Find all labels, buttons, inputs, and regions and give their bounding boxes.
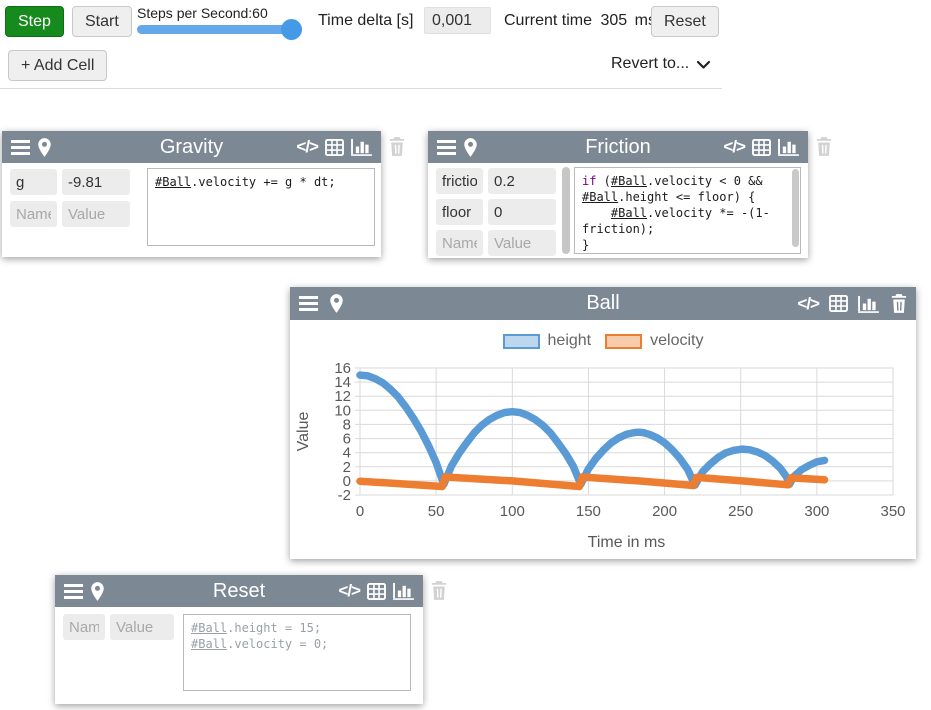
code-scrollbar[interactable] <box>792 169 799 247</box>
code-view-icon[interactable]: </> <box>338 581 360 601</box>
trash-icon[interactable] <box>389 137 405 156</box>
table-view-icon[interactable] <box>367 583 386 600</box>
svg-text:0: 0 <box>356 503 364 520</box>
table-view-icon[interactable] <box>829 295 848 312</box>
cell-ball-body: height velocity 1614121086420-2050100150… <box>290 320 916 559</box>
svg-text:Time in ms: Time in ms <box>588 534 666 551</box>
toolbar-divider <box>0 88 722 89</box>
current-time-value: 305 <box>600 12 627 29</box>
param-value-input[interactable] <box>110 614 174 640</box>
trash-icon[interactable] <box>816 137 832 156</box>
pin-icon[interactable] <box>463 138 478 157</box>
param-value-input[interactable] <box>488 168 556 194</box>
trash-icon[interactable] <box>891 294 907 313</box>
param-name-input[interactable] <box>436 168 483 194</box>
svg-text:50: 50 <box>428 503 445 520</box>
cell-reset-body: #Ball.height = 15;#Ball.velocity = 0; <box>55 607 423 704</box>
chart-view-icon[interactable] <box>351 138 372 156</box>
code-view-icon[interactable]: </> <box>296 137 318 157</box>
legend-item-height[interactable]: height <box>503 332 592 350</box>
legend-swatch-height <box>503 334 540 349</box>
cell-friction: Friction </> if (#Ball.velocity < 0 &&#B… <box>428 131 808 258</box>
param-name-input[interactable] <box>436 199 483 225</box>
legend-label: velocity <box>650 332 703 350</box>
chart-view-icon[interactable] <box>778 138 799 156</box>
cell-title: Friction <box>428 136 808 159</box>
slider-thumb[interactable] <box>281 19 302 40</box>
time-delta-input[interactable] <box>424 7 491 34</box>
param-value-input[interactable] <box>488 199 556 225</box>
legend-swatch-velocity <box>605 334 642 349</box>
param-name-input[interactable] <box>10 201 57 227</box>
param-name-input[interactable] <box>436 230 483 256</box>
cell-ball: Ball </> height velocity 1614121086420-2… <box>290 287 916 559</box>
pin-icon[interactable] <box>90 582 105 601</box>
code-view-icon[interactable]: </> <box>797 294 819 314</box>
pin-icon[interactable] <box>37 138 52 157</box>
step-button[interactable]: Step <box>5 6 64 37</box>
cell-ball-header: Ball </> <box>290 287 916 320</box>
cell-title: Ball <box>290 292 916 315</box>
chevron-down-icon <box>696 59 711 70</box>
menu-icon[interactable] <box>64 584 83 599</box>
cell-friction-body: if (#Ball.velocity < 0 &&#Ball.height <=… <box>428 163 808 258</box>
cell-gravity-header: Gravity </> <box>2 131 381 163</box>
steps-per-second-slider[interactable] <box>137 25 300 34</box>
table-view-icon[interactable] <box>325 139 344 156</box>
code-view-icon[interactable]: </> <box>723 137 745 157</box>
cell-gravity-body: #Ball.velocity += g * dt; <box>2 163 381 257</box>
menu-icon[interactable] <box>11 140 30 155</box>
svg-text:100: 100 <box>500 503 525 520</box>
chart-view-icon[interactable] <box>393 582 414 600</box>
cell-reset-header: Reset </> <box>55 575 423 607</box>
svg-text:300: 300 <box>804 503 829 520</box>
svg-text:-2: -2 <box>338 487 351 504</box>
code-editor[interactable]: if (#Ball.velocity < 0 &&#Ball.height <=… <box>574 167 801 254</box>
cell-friction-header: Friction </> <box>428 131 808 163</box>
param-value-input[interactable] <box>488 230 556 256</box>
add-cell-button[interactable]: + Add Cell <box>8 50 107 81</box>
current-time: Current time 305 ms <box>504 12 656 30</box>
menu-icon[interactable] <box>299 296 318 311</box>
start-button[interactable]: Start <box>72 6 132 37</box>
revert-to-label: Revert to... <box>611 55 689 73</box>
steps-per-second-label: Steps per Second:60 <box>137 5 268 21</box>
svg-text:250: 250 <box>728 503 753 520</box>
svg-text:350: 350 <box>880 503 905 520</box>
svg-text:150: 150 <box>576 503 601 520</box>
code-editor[interactable]: #Ball.velocity += g * dt; <box>147 168 375 246</box>
svg-text:200: 200 <box>652 503 677 520</box>
revert-to-dropdown[interactable]: Revert to... <box>611 55 711 73</box>
menu-icon[interactable] <box>437 140 456 155</box>
legend-label: height <box>548 332 592 350</box>
cell-reset: Reset </> #Ball.height = 15;#Ball.veloci… <box>55 575 423 704</box>
param-name-input[interactable] <box>63 614 105 640</box>
chart-view-icon[interactable] <box>858 295 879 313</box>
legend-item-velocity[interactable]: velocity <box>605 332 703 350</box>
param-name-input[interactable] <box>10 169 57 195</box>
param-value-input[interactable] <box>62 201 130 227</box>
param-value-input[interactable] <box>62 169 130 195</box>
pin-icon[interactable] <box>329 294 344 313</box>
trash-icon[interactable] <box>431 581 447 600</box>
cell-gravity: Gravity </> #Ball.velocity += g * dt; <box>2 131 381 257</box>
chart-legend: height velocity <box>290 332 916 350</box>
current-time-label: Current time <box>504 12 592 29</box>
param-table-scrollbar[interactable] <box>562 167 570 254</box>
table-view-icon[interactable] <box>752 139 771 156</box>
reset-button[interactable]: Reset <box>651 6 719 37</box>
code-editor[interactable]: #Ball.height = 15;#Ball.velocity = 0; <box>183 614 411 691</box>
line-chart: 1614121086420-2050100150200250300350Time… <box>290 356 916 556</box>
time-delta-label: Time delta [s] <box>318 12 413 30</box>
svg-text:Value: Value <box>295 412 312 452</box>
